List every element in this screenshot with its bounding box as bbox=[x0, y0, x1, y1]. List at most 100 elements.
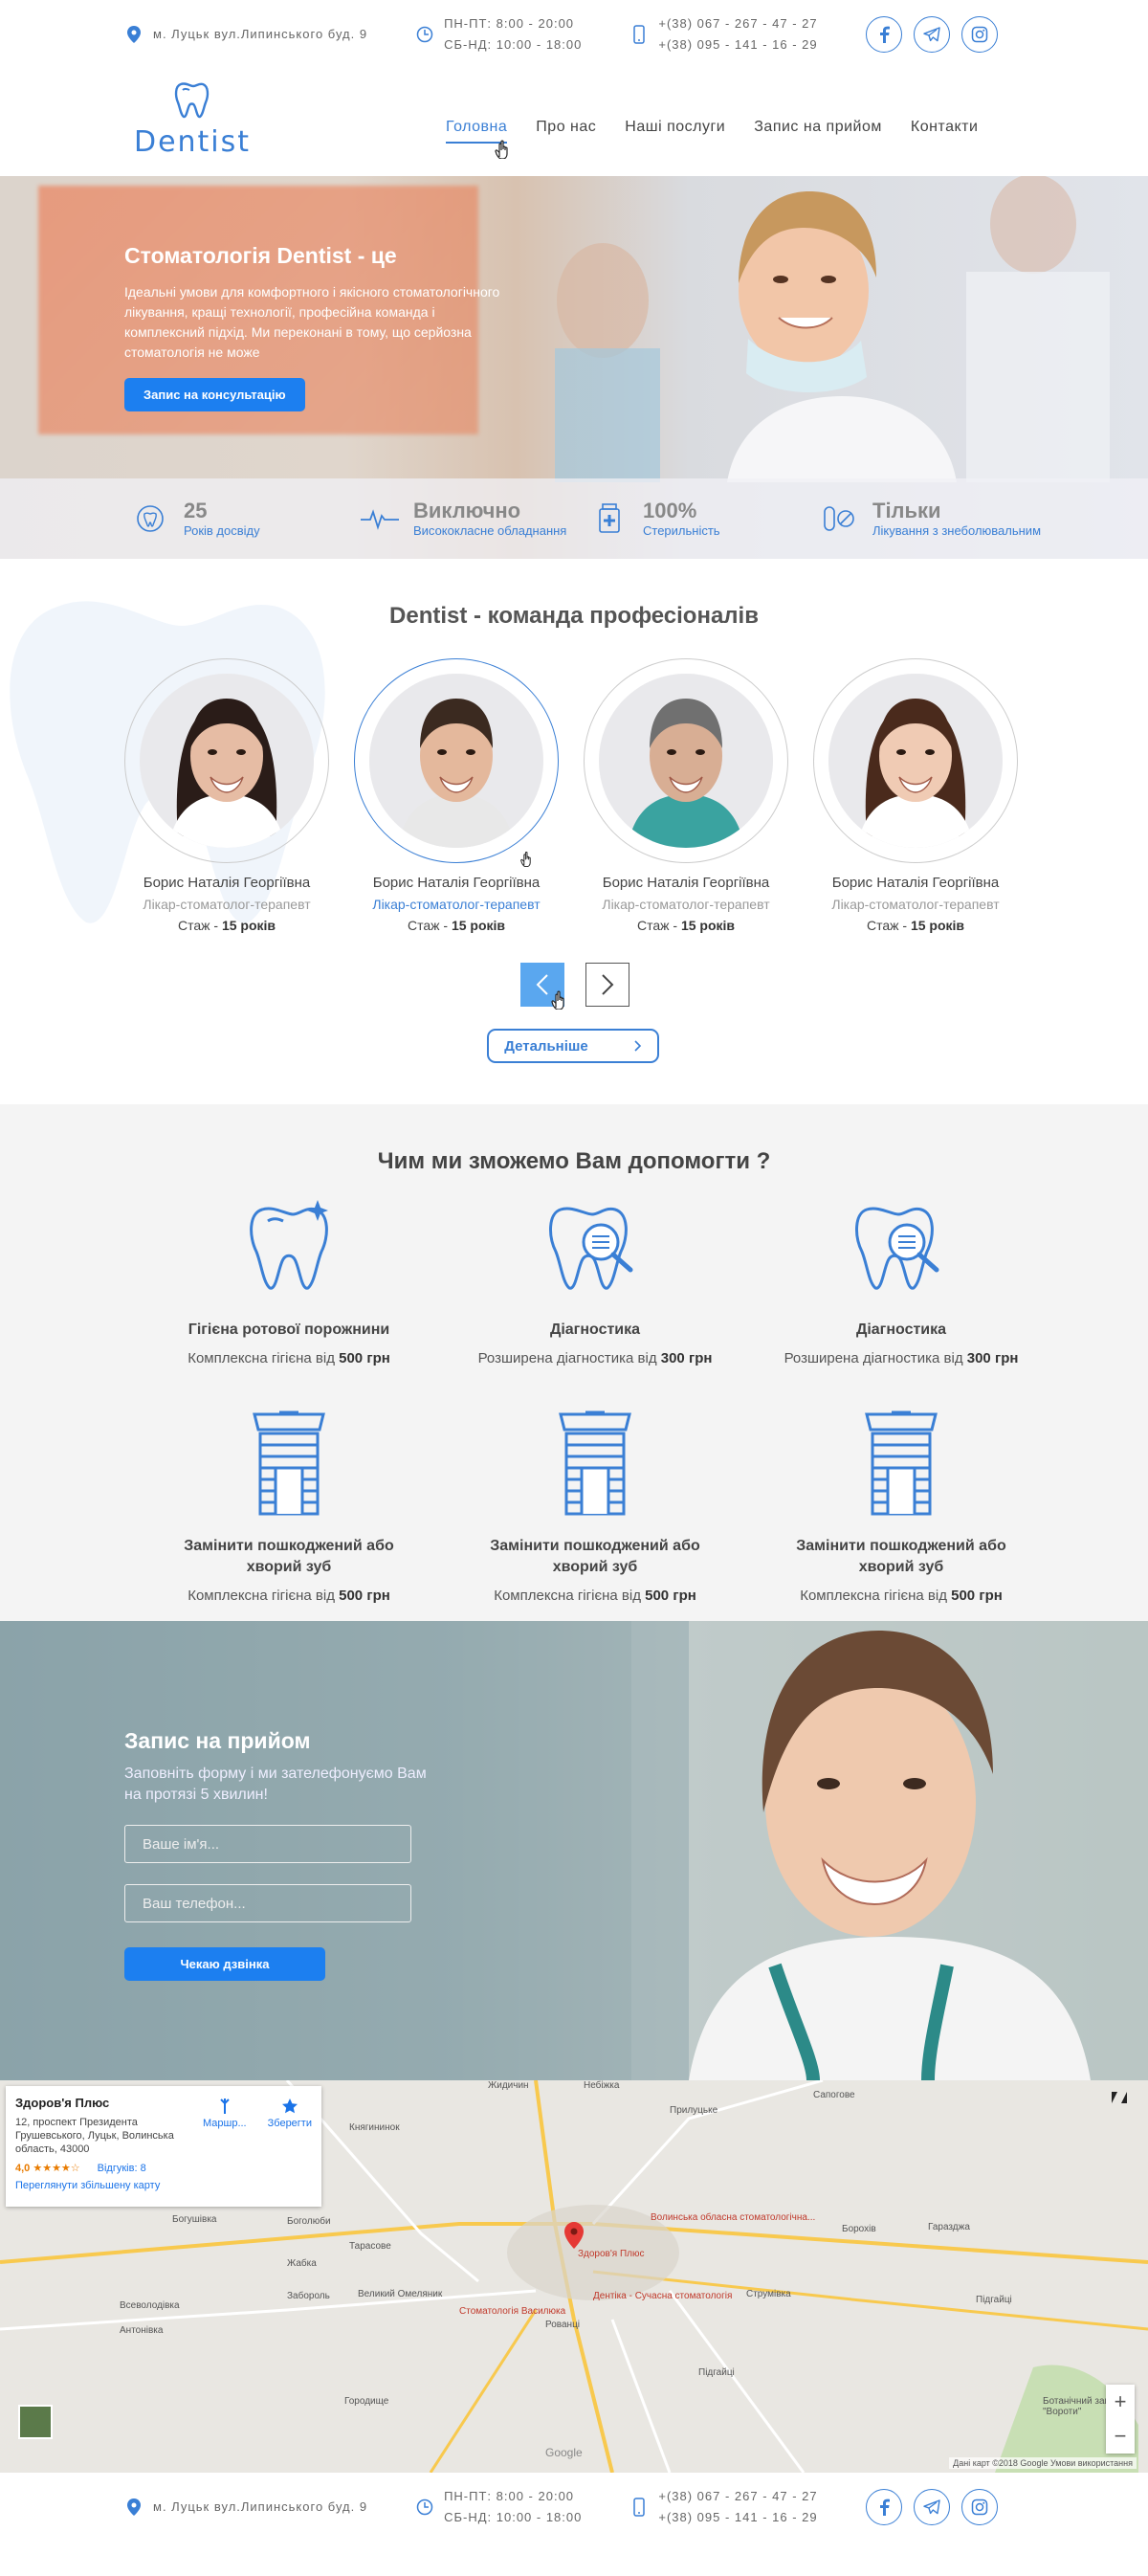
phone-icon bbox=[629, 23, 649, 46]
doctor-card[interactable]: Борис Наталія Георгіївна Лікар-стоматолог… bbox=[124, 658, 329, 933]
enlarge-map-link[interactable]: Переглянути збільшену карту bbox=[15, 2180, 312, 2191]
service-desc: Комплексна гігієна від 500 грн bbox=[748, 1588, 1054, 1604]
map-label: Боголюби bbox=[287, 2216, 331, 2227]
service-item[interactable]: Діагностика Розширена діагностика від 300… bbox=[748, 1195, 1054, 1385]
telegram-icon[interactable] bbox=[913, 2489, 950, 2525]
map-place-label[interactable]: Дентіка - Сучасна стоматологія bbox=[593, 2291, 732, 2301]
service-desc-label: Розширена діагностика від bbox=[784, 1350, 967, 1366]
rating-stars: 4,0 ★★★★☆ bbox=[15, 2163, 80, 2174]
service-price: 300 грн bbox=[660, 1350, 713, 1366]
service-item[interactable]: Діагностика Розширена діагностика від 300… bbox=[442, 1195, 748, 1385]
phone-2[interactable]: +(38) 095 - 141 - 16 - 29 bbox=[658, 34, 817, 56]
menu-item-3[interactable]: Запис на прийом bbox=[754, 119, 882, 144]
telegram-icon[interactable] bbox=[913, 16, 950, 53]
service-price: 500 грн bbox=[645, 1588, 696, 1604]
doctor-role: Лікар-стоматолог-терапевт bbox=[143, 897, 311, 912]
map-place-label[interactable]: Стоматологія Василюка bbox=[459, 2306, 565, 2317]
implant-icon bbox=[748, 1410, 1054, 1517]
doctor-card[interactable]: Борис Наталія Георгіївна Лікар-стоматолог… bbox=[813, 658, 1018, 933]
service-desc-label: Розширена діагностика від bbox=[477, 1350, 661, 1366]
doctor-experience: Стаж - 15 років bbox=[354, 918, 559, 933]
more-button[interactable]: Детальніше bbox=[487, 1029, 659, 1063]
route-label: Маршр... bbox=[202, 2118, 247, 2129]
stat-text: 100% Стерильність bbox=[643, 499, 720, 539]
experience-value: 15 років bbox=[221, 918, 276, 933]
appointment-title: Запис на прийом bbox=[124, 1728, 311, 1753]
medical-jar-icon bbox=[584, 503, 635, 534]
map-section[interactable]: Жидичин Небіжка Сапогове Княгининок Прилуцьк… bbox=[0, 2080, 1148, 2473]
stat-item: Тільки Лікування з знеболювальним bbox=[813, 499, 1043, 539]
menu-item-1[interactable]: Про нас bbox=[536, 119, 596, 144]
map-label: Підгайці bbox=[698, 2367, 735, 2378]
service-item[interactable]: Гігієна ротової порожнини Комплексна гігі… bbox=[136, 1195, 442, 1385]
logo[interactable]: Dentist bbox=[130, 78, 254, 159]
hero: Стоматологія Dentist - це Ідеальні умови… bbox=[0, 176, 1148, 559]
map-place-card: Здоров'я Плюс 12, проспект Президента Гр… bbox=[6, 2086, 321, 2207]
menu-item-4[interactable]: Контакти bbox=[911, 119, 979, 144]
phone-2[interactable]: +(38) 095 - 141 - 16 - 29 bbox=[658, 2507, 817, 2528]
stat-label: Лікування з знеболювальним bbox=[872, 523, 1042, 538]
tooth-logo-icon bbox=[174, 82, 210, 119]
experience-value: 15 років bbox=[451, 918, 506, 933]
reviews-link[interactable]: Відгуків: 8 bbox=[98, 2163, 146, 2174]
service-title: Діагностика bbox=[549, 1321, 641, 1338]
experience-label: Стаж - bbox=[177, 918, 222, 933]
phone-1[interactable]: +(38) 067 - 267 - 47 - 27 bbox=[658, 2486, 817, 2507]
service-desc: Комплексна гігієна від 500 грн bbox=[136, 1588, 442, 1604]
service-desc: Розширена діагностика від 300 грн bbox=[442, 1350, 748, 1366]
top-bar: м. Луцьк вул.Липинського буд. 9 ПН-ПТ: 8… bbox=[0, 0, 1148, 69]
social-links bbox=[865, 16, 998, 53]
doctor-card[interactable]: Борис Наталія Георгіївна Лікар-стоматолог… bbox=[354, 658, 559, 933]
doctor-photo-ring[interactable] bbox=[354, 658, 559, 863]
doctor-name: Борис Наталія Георгіївна bbox=[831, 875, 1000, 891]
fullscreen-icon[interactable] bbox=[1110, 2090, 1129, 2105]
sparkle-tooth-icon bbox=[136, 1195, 442, 1300]
phone-1[interactable]: +(38) 067 - 267 - 47 - 27 bbox=[658, 13, 817, 34]
stat-item: 100% Стерильність bbox=[584, 499, 813, 539]
route-button[interactable]: Маршр... bbox=[203, 2098, 247, 2129]
doctor-card[interactable]: Борис Наталія Георгіївна Лікар-стоматолог… bbox=[584, 658, 788, 933]
hours-weekdays: ПН-ПТ: 8:00 - 20:00 bbox=[444, 16, 575, 31]
clock-icon bbox=[415, 23, 434, 46]
experience-value: 15 років bbox=[910, 918, 965, 933]
map-place-label[interactable]: Волинська обласна стоматологічна... bbox=[651, 2212, 815, 2223]
map-place-label[interactable]: Здоров'я Плюс bbox=[578, 2249, 645, 2259]
doctor-photo-ring[interactable] bbox=[124, 658, 329, 863]
save-button[interactable]: Зберегти bbox=[268, 2098, 312, 2129]
appointment-form: Запис на прийом Заповніть форму і ми зат… bbox=[124, 1728, 440, 1981]
zoom-out-button[interactable]: − bbox=[1106, 2419, 1135, 2454]
next-button[interactable] bbox=[585, 963, 629, 1007]
doctor-name: Борис Наталія Георгіївна bbox=[372, 875, 541, 891]
name-input[interactable]: Ваше ім'я... bbox=[124, 1825, 411, 1863]
stat-label: Висококласне обладнання bbox=[413, 523, 567, 538]
callback-button[interactable]: Чекаю дзвінка bbox=[124, 1947, 325, 1981]
service-item[interactable]: Замінити пошкоджений або хворий зуб Компл… bbox=[748, 1410, 1054, 1604]
hours-weekdays: ПН-ПТ: 8:00 - 20:00 bbox=[444, 2489, 575, 2503]
map-label: Городище bbox=[344, 2396, 389, 2407]
place-address: 12, проспект Президента Грушевського, Лу… bbox=[15, 2117, 174, 2155]
hours-weekend: СБ-НД: 10:00 - 18:00 bbox=[444, 37, 583, 52]
service-item[interactable]: Замінити пошкоджений або хворий зуб Компл… bbox=[136, 1410, 442, 1604]
facebook-icon[interactable] bbox=[865, 16, 902, 53]
service-desc: Розширена діагностика від 300 грн bbox=[748, 1350, 1054, 1366]
service-item[interactable]: Замінити пошкоджений або хворий зуб Компл… bbox=[442, 1410, 748, 1604]
facebook-icon[interactable] bbox=[865, 2489, 902, 2525]
consultation-button[interactable]: Запис на консультацію bbox=[124, 378, 305, 411]
doctor-photo-ring[interactable] bbox=[584, 658, 788, 863]
chevron-left-icon bbox=[536, 974, 548, 995]
pulse-icon bbox=[354, 506, 406, 531]
star-icon bbox=[281, 2099, 298, 2114]
doctor-photo-ring[interactable] bbox=[813, 658, 1018, 863]
instagram-icon[interactable] bbox=[960, 16, 998, 53]
phone-input[interactable]: Ваш телефон... bbox=[124, 1884, 411, 1922]
stat-value: Тільки bbox=[872, 499, 941, 522]
services-section: Чим ми зможемо Вам допомогти ? Гігієна р… bbox=[0, 1104, 1148, 1621]
chevron-right-icon bbox=[634, 1040, 641, 1052]
doctor-photo bbox=[369, 674, 543, 848]
menu: Головна Про нас Наші послуги Запис на прийо… bbox=[446, 119, 978, 144]
instagram-icon[interactable] bbox=[960, 2489, 998, 2525]
stat-text: Виключно Висококласне обладнання bbox=[413, 499, 566, 539]
appointment-text: Заповніть форму і ми зателефонуємо Вам н… bbox=[124, 1765, 427, 1803]
zoom-in-button[interactable]: + bbox=[1106, 2385, 1135, 2419]
menu-item-2[interactable]: Наші послуги bbox=[625, 119, 725, 144]
